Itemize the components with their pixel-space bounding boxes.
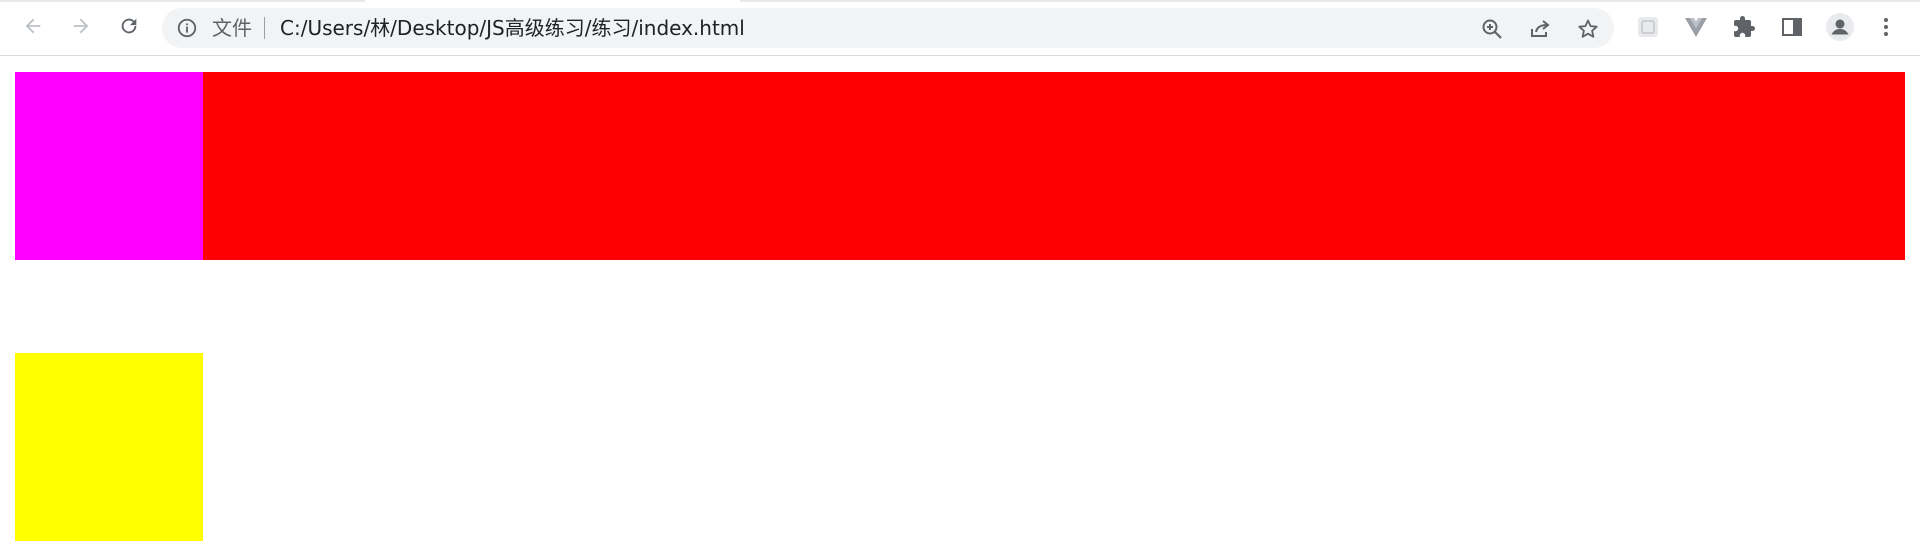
- avatar-icon[interactable]: [1826, 13, 1854, 41]
- star-icon[interactable]: [1576, 17, 1600, 41]
- vue-devtools-icon[interactable]: [1682, 13, 1710, 41]
- address-separator: [264, 17, 265, 39]
- info-icon[interactable]: [176, 17, 198, 39]
- back-button[interactable]: [16, 9, 50, 43]
- zoom-in-icon[interactable]: [1480, 17, 1504, 41]
- red-bar: [15, 72, 1905, 260]
- address-bar[interactable]: 文件 C:/Users/林/Desktop/JS高级练习/练习/index.ht…: [162, 8, 1614, 48]
- arrow-left-icon: [25, 18, 41, 34]
- reload-icon: [121, 18, 137, 34]
- arrow-right-icon: [73, 18, 89, 34]
- magenta-box: [15, 72, 203, 260]
- yellow-box: [15, 353, 203, 541]
- url-text[interactable]: C:/Users/林/Desktop/JS高级练习/练习/index.html: [280, 17, 745, 39]
- scheme-label: 文件: [212, 16, 252, 40]
- tabstrip-edge: [0, 0, 365, 2]
- extension-icon[interactable]: [1634, 13, 1662, 41]
- kebab-menu-icon[interactable]: [1872, 13, 1900, 41]
- forward-button[interactable]: [64, 9, 98, 43]
- puzzle-icon[interactable]: [1730, 13, 1758, 41]
- reload-button[interactable]: [112, 9, 146, 43]
- share-icon[interactable]: [1528, 17, 1552, 41]
- browser-toolbar: 文件 C:/Users/林/Desktop/JS高级练习/练习/index.ht…: [0, 0, 1920, 56]
- tabstrip-edge: [740, 0, 1920, 2]
- side-panel-icon[interactable]: [1778, 13, 1806, 41]
